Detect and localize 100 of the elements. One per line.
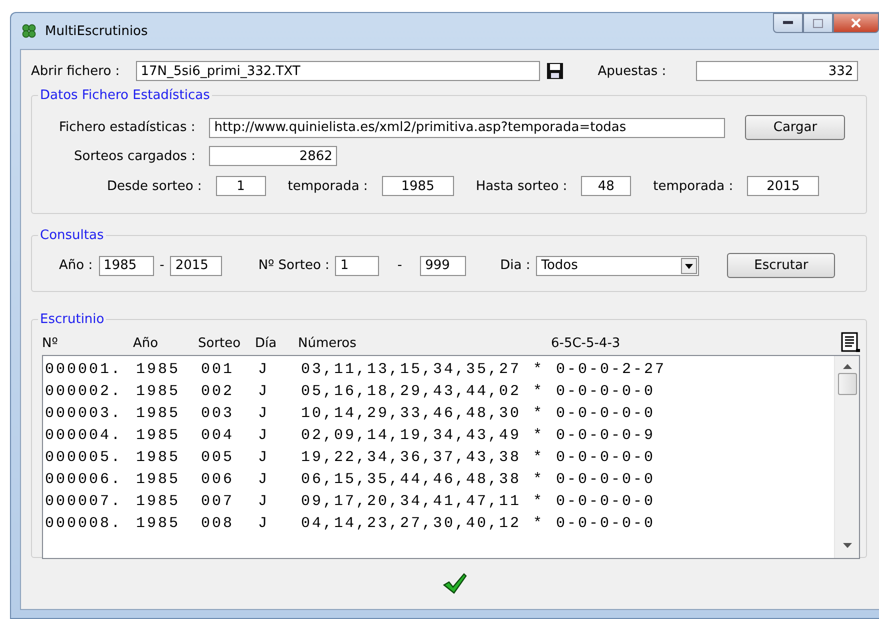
url-field[interactable]: http://www.quinielista.es/xml2/primitiva.asp?temporada=todas — [209, 118, 726, 138]
column-header: Sorteo — [198, 336, 242, 350]
group-title: Consultas — [39, 228, 105, 243]
result-cell-text: 0-0-0-0-9 — [556, 426, 656, 444]
input-field[interactable]: 1985 — [98, 256, 154, 276]
row-number: 000003. — [45, 404, 124, 422]
maximize-icon — [813, 18, 823, 28]
save-icon[interactable] — [546, 62, 564, 80]
field-label: Fichero estadísticas : — [59, 120, 196, 135]
mark-cell-text: * — [533, 448, 546, 466]
draw-cell-text: 006 — [201, 470, 236, 488]
input-field[interactable]: 999 — [420, 256, 466, 276]
year-cell-text: 1985 — [136, 448, 182, 466]
result-cell-text: 0-0-0-0-0 — [556, 514, 656, 532]
numbers-cell-text: 03,11,13,15,34,35,27 — [301, 360, 522, 378]
clover-icon — [21, 23, 37, 39]
scroll-up-icon[interactable] — [842, 364, 852, 369]
mark-cell-text: * — [533, 492, 546, 510]
minimize-button[interactable] — [773, 13, 803, 33]
result-cell-text: 0-0-0-0-0 — [556, 382, 656, 400]
dash: - — [160, 258, 164, 273]
field-label: Desde sorteo : — [107, 178, 202, 194]
numbers-cell-text: 06,15,35,44,46,48,38 — [301, 470, 522, 488]
document-icon[interactable] — [840, 332, 862, 354]
scrollbar[interactable] — [834, 356, 859, 558]
draw-cell-text: 008 — [201, 514, 236, 532]
numbers-cell-text: 10,14,29,33,46,48,30 — [301, 404, 522, 422]
day-cell-text: J — [258, 492, 270, 510]
mark-cell-text: * — [533, 360, 546, 378]
field-label: Nº Sorteo : — [258, 258, 330, 273]
load-button[interactable]: Cargar — [745, 115, 846, 140]
field-label: Hasta sorteo : — [476, 178, 568, 194]
file-field[interactable]: 17N_5si6_primi_332.TXT — [136, 61, 540, 81]
close-button[interactable] — [833, 13, 879, 33]
input-field[interactable]: 332 — [696, 61, 858, 81]
row-number: 000001. — [45, 360, 124, 378]
input-field[interactable]: 2862 — [209, 146, 338, 166]
draw-cell-text: 007 — [201, 492, 236, 510]
mark-cell-text: * — [533, 470, 546, 488]
row-number: 000002. — [45, 382, 124, 400]
numbers-cell-text: 19,22,34,36,37,43,38 — [301, 448, 522, 466]
row-number: 000004. — [45, 426, 124, 444]
field-label: Sorteos cargados : — [74, 148, 196, 164]
close-icon — [850, 18, 862, 28]
scrutinize-button[interactable]: Escrutar — [727, 253, 836, 278]
draw-cell-text: 001 — [201, 360, 236, 378]
field-label: Apuestas : — [598, 64, 666, 78]
mark-cell-text: * — [533, 404, 546, 422]
draw-cell-text: 003 — [201, 404, 236, 422]
input-field[interactable]: 2015 — [747, 176, 820, 196]
day-cell-text: J — [258, 404, 270, 422]
mark-cell-text: * — [533, 426, 546, 444]
input-field[interactable]: 1 — [335, 256, 380, 276]
draw-cell-text: 002 — [201, 382, 236, 400]
year-cell-text: 1985 — [136, 404, 182, 422]
draw-cell-text: 005 — [201, 448, 236, 466]
day-dropdown[interactable]: Todos — [536, 256, 700, 276]
numbers-cell-text: 05,16,18,29,43,44,02 — [301, 382, 522, 400]
day-cell-text: J — [258, 470, 270, 488]
column-header: 6-5C-5-4-3 — [551, 336, 622, 350]
scroll-thumb[interactable] — [838, 373, 856, 395]
result-cell: 0-0-0-2-27 — [556, 360, 666, 378]
numbers-cell-text: 04,14,23,27,30,40,12 — [301, 514, 522, 532]
input-field[interactable]: 1 — [216, 176, 266, 196]
year-cell-text: 1985 — [136, 360, 182, 378]
numbers-cell-text: 02,09,14,19,34,43,49 — [301, 426, 522, 444]
field-label: Abrir fichero : — [31, 64, 120, 78]
row-number: 000005. — [45, 448, 124, 466]
field-label: temporada : — [288, 178, 368, 194]
minimize-icon — [783, 21, 793, 25]
result-cell-text: 0-0-0-0-0 — [556, 470, 656, 488]
group-title: Escrutinio — [39, 312, 106, 327]
row-number: 000008. — [45, 514, 124, 532]
year-cell-text: 1985 — [136, 470, 182, 488]
input-field[interactable]: 2015 — [170, 256, 222, 276]
column-header: Nº — [42, 336, 59, 350]
row-number: 000006. — [45, 470, 124, 488]
day-cell-text: J — [258, 448, 270, 466]
result-cell-text: 0-0-0-0-0 — [556, 448, 656, 466]
year-cell-text: 1985 — [136, 426, 182, 444]
checkmark-icon[interactable] — [443, 572, 467, 594]
year-cell-text: 1985 — [136, 492, 182, 510]
field-label: Año : — [59, 258, 93, 273]
input-field[interactable]: 48 — [581, 176, 632, 196]
year-cell-text: 1985 — [136, 382, 182, 400]
day-cell-text: J — [258, 426, 270, 444]
scroll-down-icon[interactable] — [842, 543, 852, 548]
day-cell-text: J — [258, 382, 270, 400]
group-title: Datos Fichero Estadísticas — [39, 88, 211, 103]
day-cell-text: J — [258, 514, 270, 532]
year-cell-text: 1985 — [136, 514, 182, 532]
result-cell-text: 0-0-0-0-0 — [556, 492, 656, 510]
row-number: 000007. — [45, 492, 124, 510]
column-header: Día — [255, 336, 278, 350]
field-label: temporada : — [653, 178, 734, 194]
column-header: Números — [298, 336, 358, 350]
draw-cell-text: 004 — [201, 426, 236, 444]
results-list[interactable] — [42, 355, 860, 559]
input-field[interactable]: 1985 — [382, 176, 454, 196]
mark-cell-text: * — [533, 382, 546, 400]
